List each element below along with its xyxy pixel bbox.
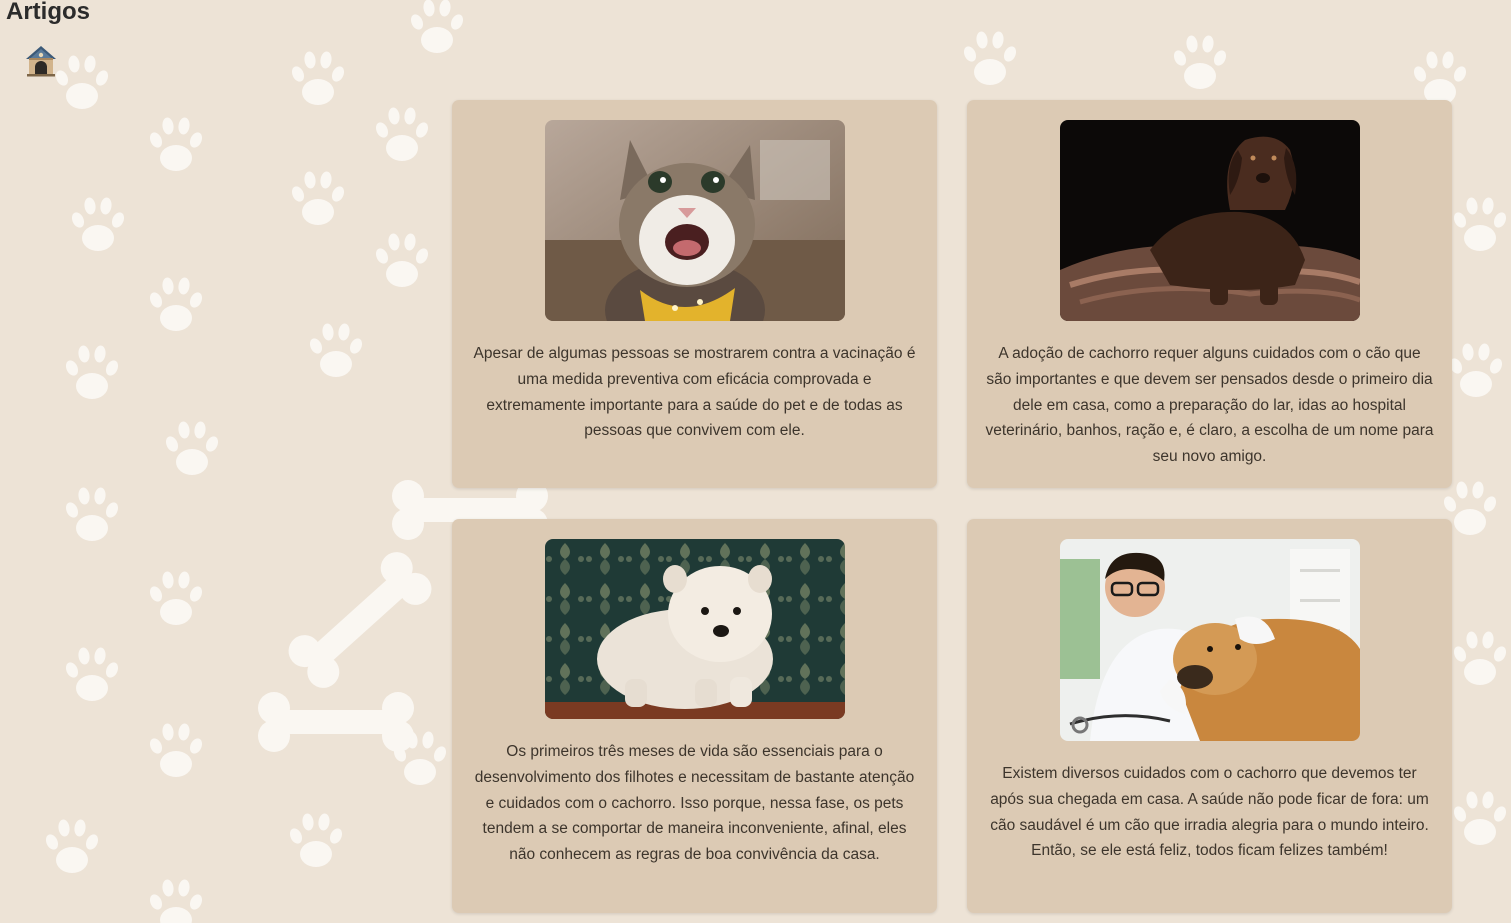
puppy-photo: [545, 539, 845, 719]
home-button[interactable]: [24, 44, 58, 78]
article-text: Os primeiros três meses de vida são esse…: [474, 743, 915, 864]
article-card-vaccination: Apesar de algumas pessoas se mostrarem c…: [452, 100, 937, 488]
article-card-adoption: A adoção de cachorro requer alguns cuida…: [967, 100, 1452, 488]
article-card-puppies: Os primeiros três meses de vida são esse…: [452, 519, 937, 913]
vet-photo: [1060, 539, 1360, 741]
article-text: A adoção de cachorro requer alguns cuida…: [985, 345, 1434, 466]
article-text: Existem diversos cuidados com o cachorro…: [990, 765, 1429, 860]
labrador-photo: [1060, 120, 1360, 321]
article-text: Apesar de algumas pessoas se mostrarem c…: [473, 345, 916, 440]
page-title: Artigos: [6, 0, 90, 25]
cat-photo: [545, 120, 845, 321]
doghouse-icon: [26, 46, 56, 77]
article-card-care: Existem diversos cuidados com o cachorro…: [967, 519, 1452, 913]
